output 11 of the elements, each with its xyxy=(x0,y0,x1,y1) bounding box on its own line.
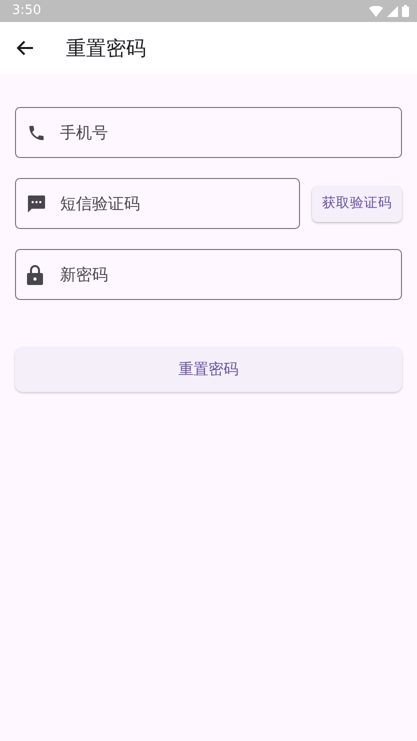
signal-icon xyxy=(387,6,398,16)
battery-icon xyxy=(402,5,409,17)
code-field[interactable]: 短信验证码 xyxy=(15,178,300,229)
phone-field[interactable]: 手机号 xyxy=(15,107,402,158)
status-time: 3:50 xyxy=(12,2,42,20)
back-icon[interactable] xyxy=(16,40,34,56)
wifi-icon xyxy=(369,6,383,16)
page-title: 重置密码 xyxy=(66,35,146,62)
password-field[interactable]: 新密码 xyxy=(15,249,402,300)
reset-password-button[interactable]: 重置密码 xyxy=(15,347,402,392)
get-code-button[interactable]: 获取验证码 xyxy=(312,186,402,222)
